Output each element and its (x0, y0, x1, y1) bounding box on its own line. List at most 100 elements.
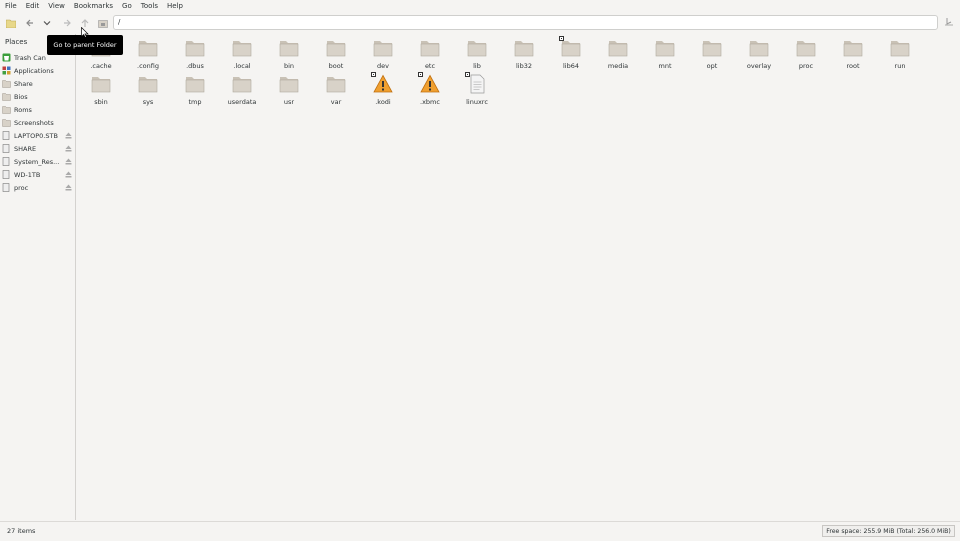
tooltip: Go to parent Folder (47, 35, 123, 55)
forward-button[interactable] (60, 16, 74, 30)
location-go-button[interactable] (944, 17, 956, 29)
file-view[interactable]: .cache .config .dbus .local bin boot dev etc lib… (76, 34, 960, 520)
drive-icon (2, 170, 11, 179)
folder-icon (467, 38, 487, 58)
folder-icon (279, 74, 299, 94)
file-name: .cache (90, 62, 112, 70)
folder-icon (890, 38, 910, 58)
applications-icon (2, 66, 11, 75)
chevron-down-icon (43, 21, 51, 26)
file-item[interactable]: .xbmc (408, 70, 452, 106)
folder-icon (185, 38, 205, 58)
sidebar-item-share[interactable]: Share (2, 77, 74, 90)
file-item[interactable]: .config (126, 34, 170, 70)
file-item[interactable]: overlay (737, 34, 781, 70)
sidebar-item-label: LAPTOP0.STB (14, 131, 58, 140)
file-item[interactable]: .dbus (173, 34, 217, 70)
folder-icon (702, 38, 722, 58)
trash-icon (2, 53, 11, 62)
back-button[interactable] (23, 16, 37, 30)
file-item[interactable]: usr (267, 70, 311, 106)
menu-tools[interactable]: Tools (136, 0, 162, 12)
eject-icon[interactable] (65, 132, 72, 139)
file-item[interactable]: .kodi (361, 70, 405, 106)
file-item[interactable]: media (596, 34, 640, 70)
file-item[interactable]: userdata (220, 70, 264, 106)
file-item[interactable]: proc (784, 34, 828, 70)
file-item[interactable]: dev (361, 34, 405, 70)
menu-edit[interactable]: Edit (21, 0, 44, 12)
forward-arrow-icon (64, 19, 71, 27)
file-item[interactable]: lib (455, 34, 499, 70)
folder-icon (138, 38, 158, 58)
sidebar-item-proc[interactable]: proc (2, 181, 74, 194)
file-name: etc (424, 62, 436, 70)
file-item[interactable]: mnt (643, 34, 687, 70)
sidebar-item-screenshots[interactable]: Screenshots (2, 116, 74, 129)
file-name: .xbmc (420, 98, 440, 106)
home-button[interactable] (96, 16, 110, 30)
file-item[interactable]: bin (267, 34, 311, 70)
file-name: userdata (227, 98, 257, 106)
warning-icon (420, 74, 440, 94)
file-item[interactable]: sys (126, 70, 170, 106)
file-name: .kodi (375, 98, 391, 106)
folder-icon (561, 38, 581, 58)
file-item[interactable]: run (878, 34, 922, 70)
file-name: lib (473, 62, 481, 70)
menu-bookmarks[interactable]: Bookmarks (69, 0, 117, 12)
sidebar-item-roms[interactable]: Roms (2, 103, 74, 116)
menu-file[interactable]: File (0, 0, 21, 12)
eject-icon[interactable] (65, 171, 72, 178)
symlink-badge-icon (559, 36, 564, 41)
sidebar-item-applications[interactable]: Applications (2, 64, 74, 77)
menubar: File Edit View Bookmarks Go Tools Help (0, 0, 960, 12)
file-name: .dbus (186, 62, 204, 70)
eject-icon[interactable] (65, 158, 72, 165)
drive-icon (2, 183, 11, 192)
free-space: Free space: 255.9 MiB (Total: 256.0 MiB) (822, 525, 955, 537)
file-item[interactable]: linuxrc (455, 70, 499, 106)
eject-icon[interactable] (65, 184, 72, 191)
drive-icon (2, 144, 11, 153)
sidebar-item-bios[interactable]: Bios (2, 90, 74, 103)
file-name: .local (233, 62, 251, 70)
file-name: sys (142, 98, 154, 106)
history-dropdown-button[interactable] (40, 16, 54, 30)
folder-icon (2, 105, 11, 114)
file-item[interactable]: root (831, 34, 875, 70)
location-bar[interactable]: / (113, 15, 938, 30)
sidebar-item-label: proc (14, 183, 29, 192)
sidebar-item-system-res[interactable]: System_Res... (2, 155, 74, 168)
menu-go[interactable]: Go (117, 0, 136, 12)
file-item[interactable]: boot (314, 34, 358, 70)
file-item[interactable]: opt (690, 34, 734, 70)
file-item[interactable]: var (314, 70, 358, 106)
sidebar-item-wd-1tb[interactable]: WD-1TB (2, 168, 74, 181)
sidebar-item-label: Bios (14, 92, 28, 101)
file-name: sbin (94, 98, 108, 106)
menu-help[interactable]: Help (162, 0, 187, 12)
folder-icon (2, 92, 11, 101)
folder-icon (138, 74, 158, 94)
new-folder-icon (6, 19, 16, 28)
file-item[interactable]: etc (408, 34, 452, 70)
warning-icon (373, 74, 393, 94)
file-name: boot (328, 62, 344, 70)
folder-icon (843, 38, 863, 58)
eject-icon[interactable] (65, 145, 72, 152)
file-item[interactable]: tmp (173, 70, 217, 106)
folder-icon (514, 38, 534, 58)
sidebar-item-laptop0-stb[interactable]: LAPTOP0.STB (2, 129, 74, 142)
file-name: dev (377, 62, 389, 70)
sidebar-item-share-drive[interactable]: SHARE (2, 142, 74, 155)
file-item[interactable]: .local (220, 34, 264, 70)
folder-icon (232, 38, 252, 58)
file-item[interactable]: lib64 (549, 34, 593, 70)
file-item[interactable]: lib32 (502, 34, 546, 70)
folder-icon (185, 74, 205, 94)
file-item[interactable]: sbin (79, 70, 123, 106)
menu-view[interactable]: View (43, 0, 69, 12)
new-folder-button[interactable] (4, 16, 18, 30)
home-folder-icon (98, 19, 108, 28)
